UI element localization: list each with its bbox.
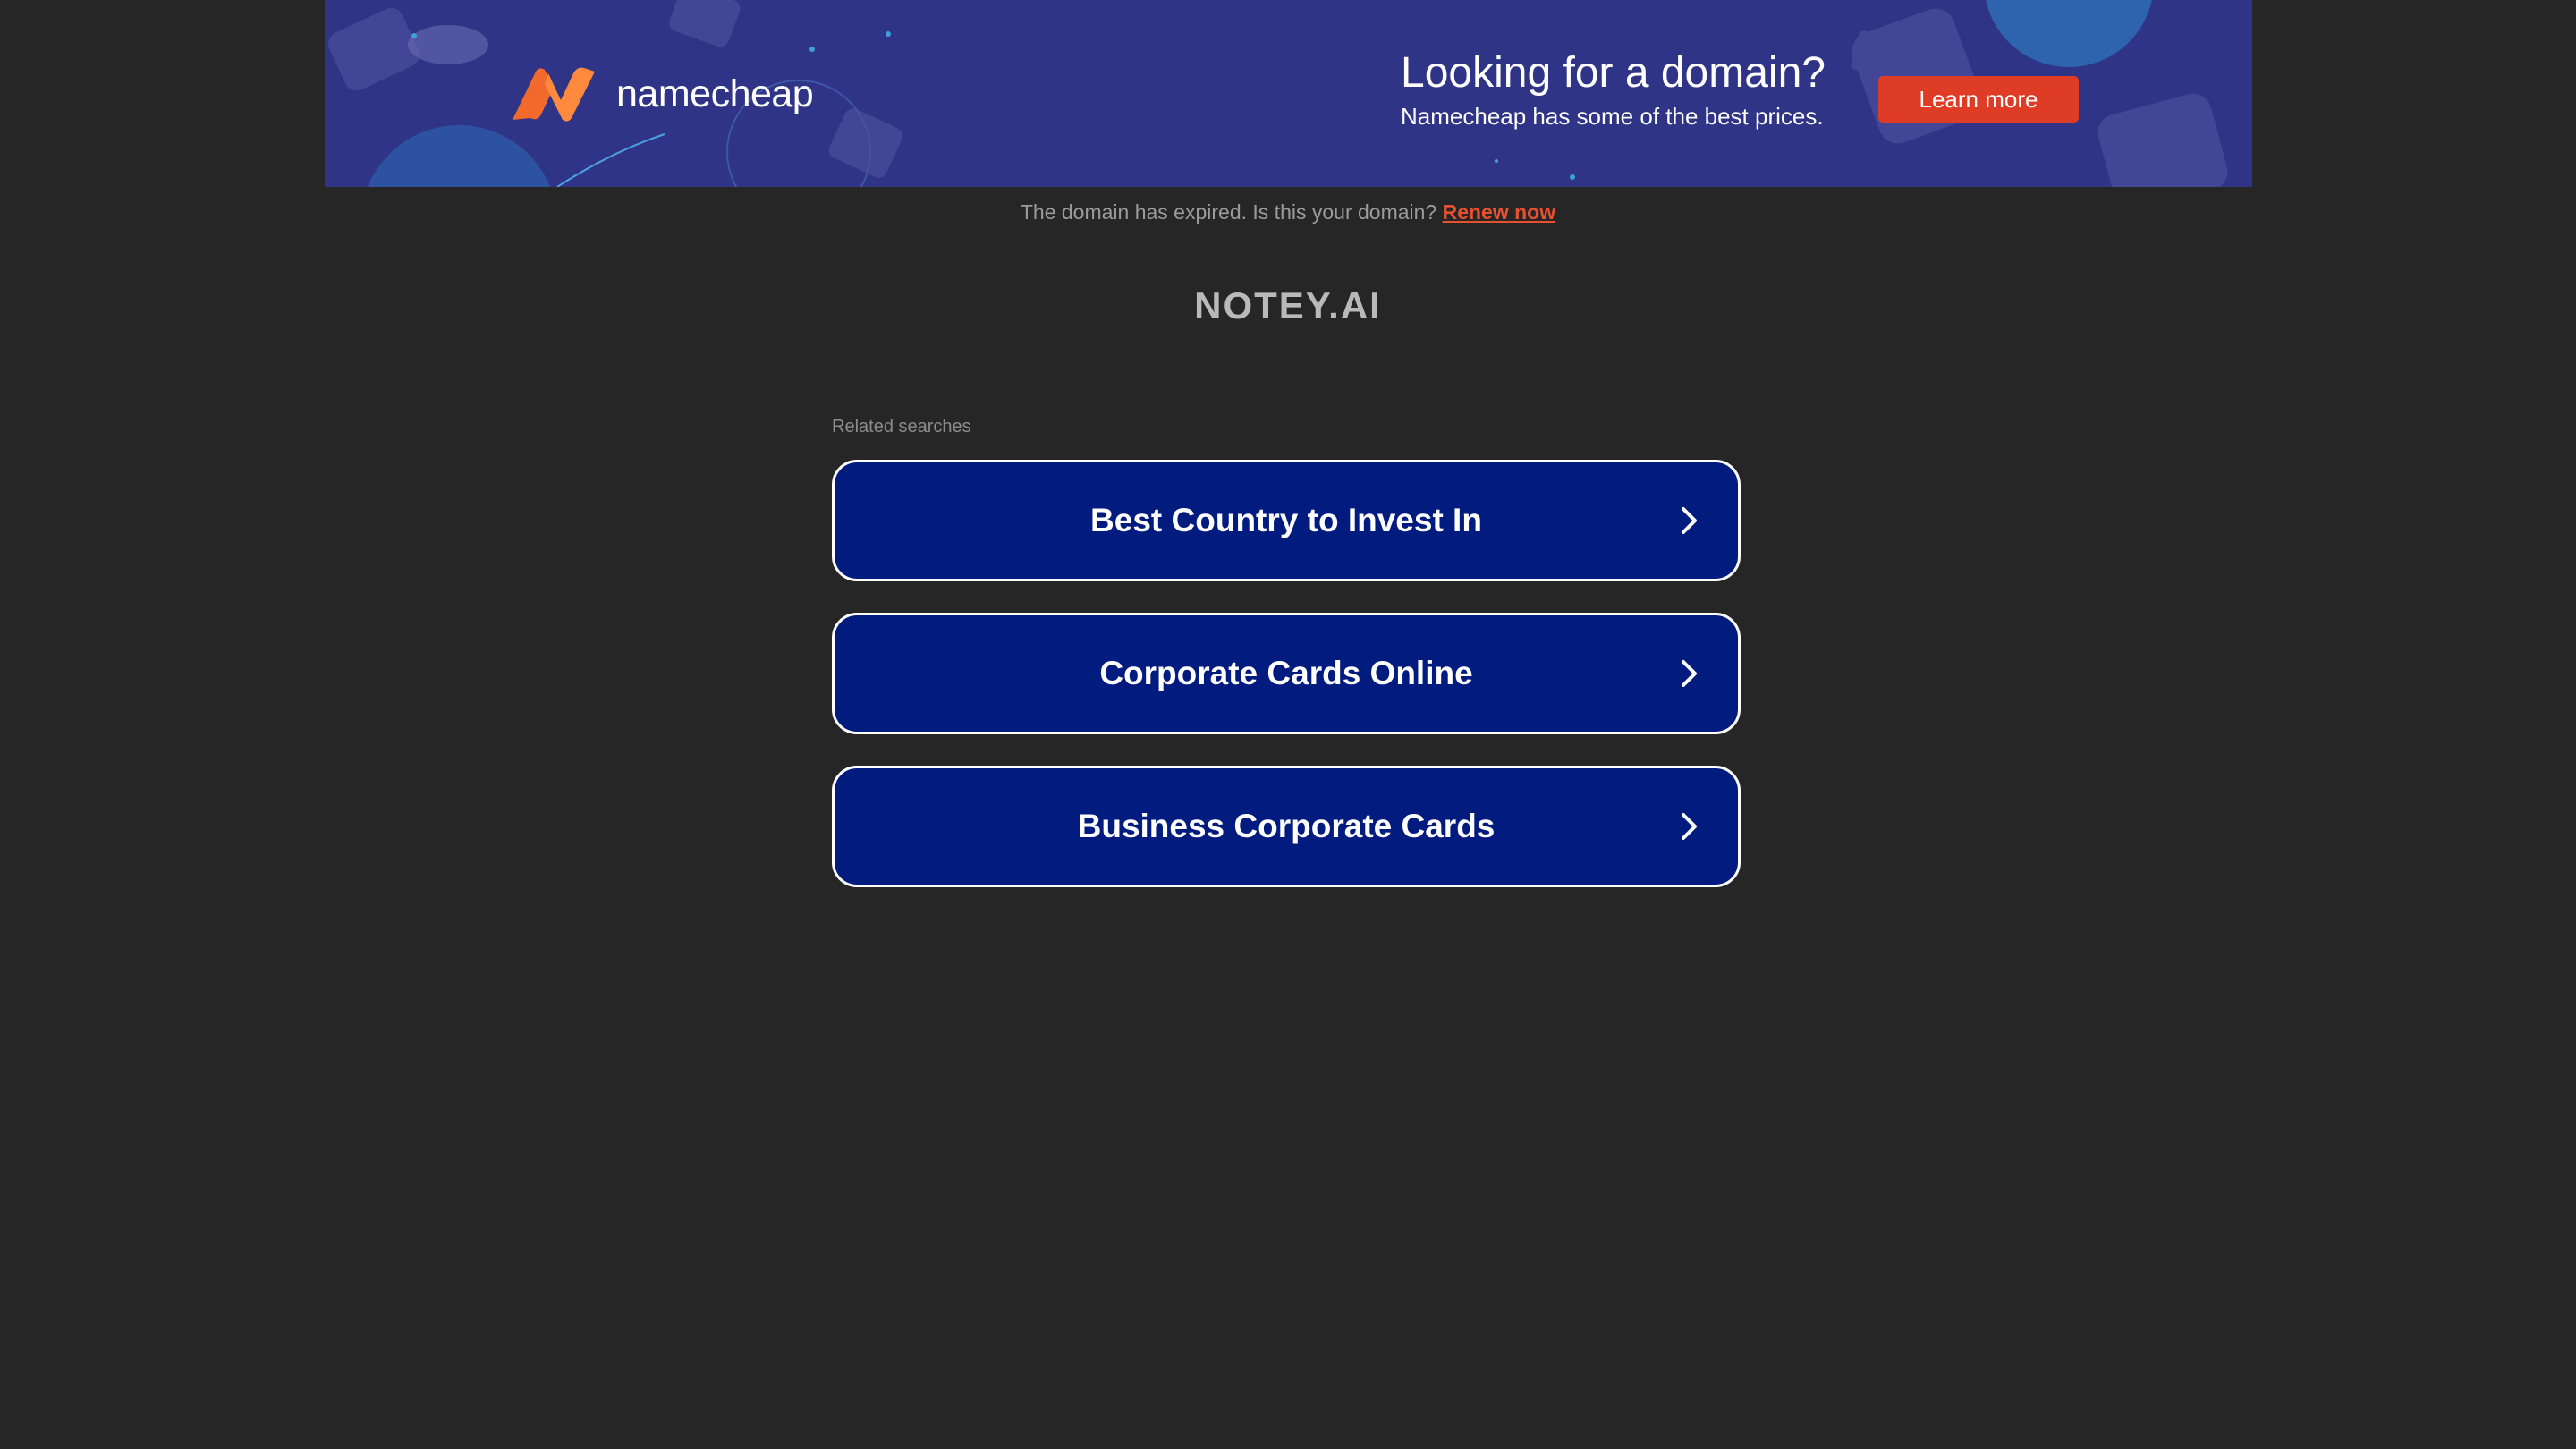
- domain-title: NOTEY.AI: [1194, 284, 1382, 326]
- chevron-right-icon: [1682, 660, 1697, 687]
- namecheap-logo-icon: [513, 67, 595, 122]
- promo-text: Looking for a domain? Namecheap has some…: [1401, 48, 1826, 131]
- related-searches-label: Related searches: [832, 417, 971, 436]
- namecheap-ad-banner[interactable]: namecheap Looking for a domain? Namechea…: [325, 0, 2252, 187]
- related-search-button[interactable]: Best Country to Invest In: [832, 460, 1741, 581]
- brand-name: namecheap: [616, 72, 814, 115]
- namecheap-logo[interactable]: namecheap: [505, 64, 814, 123]
- related-search-label: Business Corporate Cards: [1077, 808, 1496, 844]
- related-search-button[interactable]: Corporate Cards Online: [832, 613, 1741, 734]
- promo-title: Looking for a domain?: [1401, 49, 1826, 97]
- related-search-button[interactable]: Business Corporate Cards: [832, 766, 1741, 887]
- related-search-label: Corporate Cards Online: [1099, 655, 1473, 691]
- chevron-right-icon: [1682, 813, 1697, 840]
- learn-more-button[interactable]: Learn more: [1878, 76, 2079, 123]
- expired-notice: The domain has expired. Is this your dom…: [0, 200, 2576, 225]
- expired-notice-text: The domain has expired. Is this your dom…: [1020, 200, 1437, 224]
- renew-now-link[interactable]: Renew now: [1443, 200, 1556, 224]
- promo-subtitle: Namecheap has some of the best prices.: [1401, 103, 1824, 130]
- chevron-right-icon: [1682, 507, 1697, 534]
- related-search-label: Best Country to Invest In: [1090, 502, 1482, 538]
